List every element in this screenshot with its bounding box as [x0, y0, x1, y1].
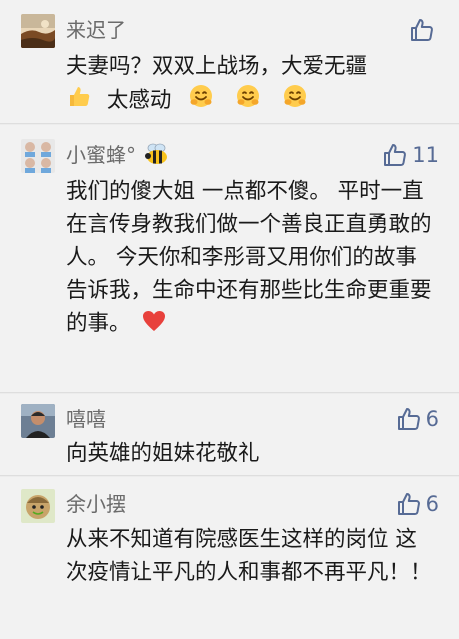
- comment-text-line-2: 太感动: [66, 83, 438, 118]
- hugging-face-emoji-icon: [282, 83, 308, 118]
- person-avatar-icon[interactable]: [21, 404, 55, 438]
- like-count: 11: [412, 143, 439, 167]
- comment-text-emphasis: 太感动: [106, 88, 172, 113]
- comment-feed: 来迟了 夫妻吗？双双上战场，大爱无疆 太感动 小蜜蜂° 11 我们的傻大姐 一点…: [0, 0, 459, 639]
- thumbs-up-emoji-icon: [66, 83, 92, 118]
- like-button[interactable]: [409, 17, 439, 43]
- hugging-face-emoji-icon: [188, 83, 214, 118]
- comment-text: 向英雄的姐妹花敬礼: [66, 441, 260, 466]
- comment-text: 从来不知道有院感医生这样的岗位 这次疫情让平凡的人和事都不再平凡！！: [66, 527, 432, 585]
- comment-text: 夫妻吗？双双上战场，大爱无疆 太感动: [66, 51, 438, 118]
- like-count: 6: [425, 407, 439, 431]
- like-count: 6: [425, 492, 439, 516]
- comment-item: 余小摆 6 从来不知道有院感医生这样的岗位 这次疫情让平凡的人和事都不再平凡！！: [0, 477, 459, 639]
- comment-username[interactable]: 来迟了: [66, 17, 126, 43]
- thumbs-up-icon: [397, 408, 420, 430]
- like-button[interactable]: 11: [382, 142, 439, 168]
- comment-username[interactable]: 小蜜蜂°: [66, 142, 170, 172]
- landscape-avatar-icon[interactable]: [21, 14, 55, 48]
- thumbs-up-icon: [397, 493, 420, 515]
- comment-username[interactable]: 余小摆: [66, 491, 126, 517]
- comment-item: 小蜜蜂° 11 我们的傻大姐 一点都不傻。 平时一直在言传身教我们做一个善良正直…: [0, 125, 459, 393]
- thumbs-up-icon: [411, 19, 433, 41]
- like-button[interactable]: 6: [396, 491, 439, 517]
- comment-item: 嘻嘻 6 向英雄的姐妹花敬礼: [0, 394, 459, 476]
- comment-username-text: 小蜜蜂°: [66, 143, 136, 167]
- hugging-face-emoji-icon: [235, 83, 261, 118]
- red-heart-icon: [141, 309, 167, 343]
- comment-text-line: 夫妻吗？双双上战场，大爱无疆: [66, 54, 368, 79]
- group-avatar-icon[interactable]: [21, 139, 55, 173]
- comment-text-line: 我们的傻大姐 一点都不傻。 平时一直在言传身教我们做一个善良正直勇敢的人。 今天…: [66, 179, 432, 336]
- like-button[interactable]: 6: [396, 406, 439, 432]
- bee-icon: [144, 142, 170, 172]
- comment-item: 来迟了 夫妻吗？双双上战场，大爱无疆 太感动: [0, 0, 459, 124]
- comment-username[interactable]: 嘻嘻: [66, 406, 106, 432]
- comment-text: 我们的傻大姐 一点都不傻。 平时一直在言传身教我们做一个善良正直勇敢的人。 今天…: [66, 175, 438, 343]
- cartoon-avatar-icon[interactable]: [21, 489, 55, 523]
- thumbs-up-icon: [384, 144, 407, 166]
